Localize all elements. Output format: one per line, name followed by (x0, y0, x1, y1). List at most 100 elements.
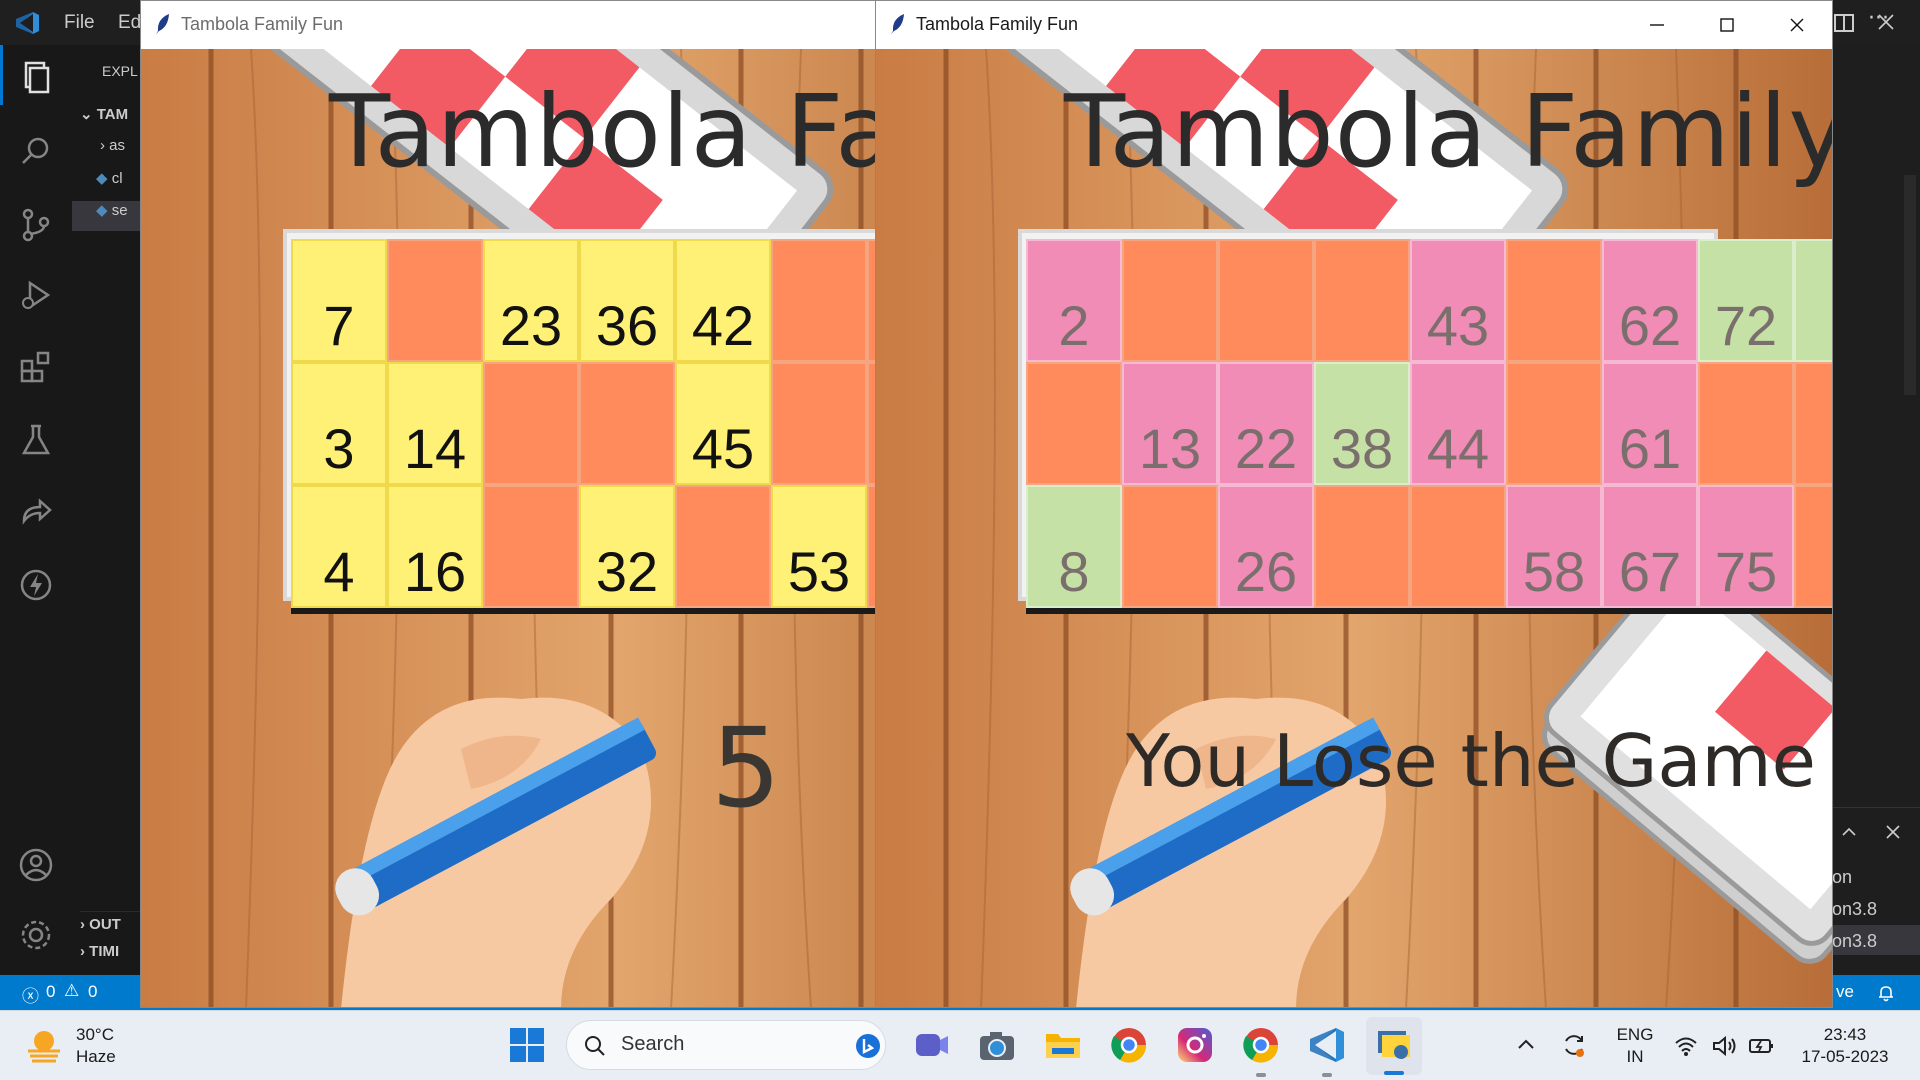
ticket-cell-number[interactable]: 2 (1026, 239, 1122, 362)
ticket-cell-number[interactable]: 67 (1602, 485, 1698, 608)
ticket-cell-empty[interactable] (483, 485, 579, 608)
split-editor-icon[interactable] (1832, 11, 1856, 35)
ticket-cell-number[interactable]: 26 (1218, 485, 1314, 608)
ticket-cell-number[interactable]: 14 (387, 362, 483, 485)
lightning-icon[interactable] (16, 565, 56, 605)
bing-icon[interactable] (855, 1033, 881, 1059)
ticket-cell-number[interactable]: 43 (1410, 239, 1506, 362)
ticket-cell-number[interactable]: 53 (771, 485, 867, 608)
taskbar-search-box[interactable]: Search (566, 1020, 886, 1070)
ticket-cell-empty[interactable] (1122, 485, 1218, 608)
ticket-cell-empty[interactable] (867, 239, 875, 362)
project-folder[interactable]: ⌄ TAM (80, 105, 128, 135)
wifi-icon[interactable] (1674, 1035, 1698, 1057)
clock-time[interactable]: 23:43 (1790, 1025, 1900, 1045)
windows-start-icon[interactable] (506, 1024, 548, 1066)
vscode-taskbar-icon[interactable] (1306, 1024, 1348, 1066)
tree-folder-assets[interactable]: › as (100, 137, 125, 167)
ticket-cell-number[interactable]: 32 (579, 485, 675, 608)
panel-close-icon[interactable] (1884, 823, 1902, 841)
ticket-cell-number[interactable]: 8 (1026, 485, 1122, 608)
chevron-up-icon[interactable] (1840, 823, 1858, 841)
minimize-button[interactable] (1622, 1, 1692, 48)
run-debug-icon[interactable] (16, 275, 56, 315)
ticket-cell-empty[interactable] (579, 362, 675, 485)
ticket-cell-empty[interactable] (1314, 239, 1410, 362)
instagram-icon[interactable] (1174, 1024, 1216, 1066)
volume-icon[interactable] (1712, 1035, 1738, 1057)
clock-date[interactable]: 17-05-2023 (1790, 1047, 1900, 1067)
source-control-icon[interactable] (16, 205, 56, 245)
warning-icon[interactable]: ⚠ (64, 981, 79, 1001)
ticket-cell-empty[interactable] (1698, 362, 1794, 485)
ticket-cell-number[interactable]: 23 (483, 239, 579, 362)
ticket-cell-number[interactable]: 75 (1698, 485, 1794, 608)
ticket-cell-number[interactable]: 62 (1602, 239, 1698, 362)
ticket-cell-number[interactable]: 16 (387, 485, 483, 608)
ticket-cell-empty[interactable] (1506, 362, 1602, 485)
menu-file[interactable]: File (64, 12, 95, 34)
ticket-cell-number[interactable]: 22 (1218, 362, 1314, 485)
menu-edit[interactable]: Ed (118, 12, 141, 34)
explorer-icon[interactable] (16, 57, 56, 97)
error-count[interactable]: 0 (46, 982, 55, 1002)
status-right-text[interactable]: ve (1836, 982, 1854, 1002)
tree-file-python[interactable]: ◆ cl (96, 169, 123, 199)
extensions-icon[interactable] (16, 347, 56, 387)
ticket-cell-number[interactable]: 58 (1506, 485, 1602, 608)
ticket-cell-empty[interactable] (675, 485, 771, 608)
ticket-cell-number[interactable]: 61 (1602, 362, 1698, 485)
ticket-cell-number[interactable]: 36 (579, 239, 675, 362)
ticket-cell-number[interactable]: 7 (291, 239, 387, 362)
errors-icon[interactable]: ⓧ (22, 982, 39, 1007)
ticket-cell-empty[interactable] (1122, 239, 1218, 362)
ticket-cell-empty[interactable] (387, 239, 483, 362)
ticket-cell-empty[interactable] (1026, 362, 1122, 485)
outline-panel[interactable]: › OUT (80, 911, 142, 941)
battery-icon[interactable] (1748, 1035, 1776, 1057)
ticket-cell-empty[interactable] (1506, 239, 1602, 362)
ticket-cell-number[interactable]: 45 (675, 362, 771, 485)
notifications-bell-icon[interactable] (1876, 983, 1896, 1003)
timeline-panel[interactable]: › TIMI (80, 943, 119, 973)
ticket-cell-empty[interactable] (1794, 362, 1832, 485)
ticket-cell-empty[interactable] (483, 362, 579, 485)
weather-widget[interactable]: 30°C Haze (24, 1023, 144, 1069)
python-taskbar-button[interactable] (1366, 1017, 1422, 1075)
ticket-cell-empty[interactable] (771, 239, 867, 362)
ticket-cell-number[interactable]: 4 (291, 485, 387, 608)
account-icon[interactable] (16, 845, 56, 885)
ticket-cell-number[interactable]: 13 (1122, 362, 1218, 485)
teams-meet-icon[interactable] (910, 1024, 952, 1066)
ticket-cell-empty[interactable] (1794, 485, 1832, 608)
settings-gear-icon[interactable] (16, 915, 56, 955)
ticket-cell-number[interactable]: 42 (675, 239, 771, 362)
language-code[interactable]: ENG (1610, 1025, 1660, 1045)
camera-icon[interactable] (976, 1024, 1018, 1066)
sync-icon[interactable] (1560, 1031, 1588, 1059)
tree-file-python-selected[interactable]: ◆ se (72, 201, 142, 231)
ticket-cell-number[interactable]: 72 (1698, 239, 1794, 362)
search-icon[interactable] (16, 132, 56, 172)
ticket-cell-empty[interactable] (1794, 239, 1832, 362)
close-button[interactable] (1762, 1, 1832, 48)
ticket-cell-empty[interactable] (1314, 485, 1410, 608)
file-explorer-icon[interactable] (1042, 1024, 1084, 1066)
ticket-cell-number[interactable]: 44 (1410, 362, 1506, 485)
language-region[interactable]: IN (1610, 1047, 1660, 1067)
testing-icon[interactable] (16, 420, 56, 460)
ticket-cell-empty[interactable] (1410, 485, 1506, 608)
warning-count[interactable]: 0 (88, 982, 97, 1002)
ticket-cell-empty[interactable] (867, 485, 875, 608)
maximize-button[interactable] (1692, 1, 1762, 48)
ticket-cell-empty[interactable] (1218, 239, 1314, 362)
ticket-cell-empty[interactable] (771, 362, 867, 485)
chrome-icon[interactable] (1108, 1024, 1150, 1066)
remote-share-icon[interactable] (16, 493, 56, 533)
close-icon[interactable] (1876, 12, 1896, 32)
chrome-profile-icon[interactable] (1240, 1024, 1282, 1066)
ticket-cell-number[interactable]: 3 (291, 362, 387, 485)
ticket-cell-empty[interactable] (867, 362, 875, 485)
chevron-up-icon[interactable] (1516, 1035, 1536, 1055)
ticket-cell-number[interactable]: 38 (1314, 362, 1410, 485)
